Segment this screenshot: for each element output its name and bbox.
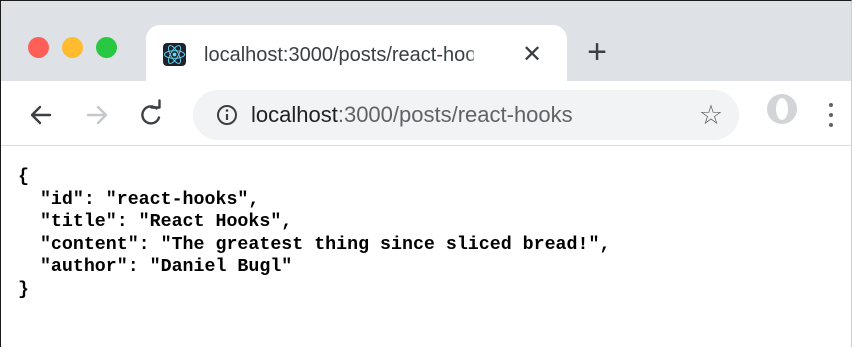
new-tab-button[interactable]: + <box>580 35 614 71</box>
json-line: "content": "The greatest thing since sli… <box>18 234 611 255</box>
react-logo-icon <box>163 43 186 66</box>
toolbar: localhost:3000/posts/react-hooks ☆ <box>1 85 851 146</box>
menu-dot <box>829 123 833 127</box>
json-line: "title": "React Hooks", <box>18 212 293 232</box>
menu-dot <box>829 103 833 107</box>
json-line: "author": "Daniel Bugl" <box>18 257 293 277</box>
reload-button[interactable] <box>135 99 167 131</box>
url-host: localhost <box>251 102 338 127</box>
menu-dot <box>829 113 833 117</box>
tab-title-fade <box>466 39 486 69</box>
close-window-button[interactable] <box>28 37 49 58</box>
url-text[interactable]: localhost:3000/posts/react-hooks <box>251 101 573 129</box>
page-content: { "id": "react-hooks", "title": "React H… <box>1 146 851 347</box>
arrow-right-icon <box>86 105 108 125</box>
maximize-window-button[interactable] <box>96 37 117 58</box>
tab-strip: localhost:3000/posts/react-hooks ✕ + <box>1 1 851 85</box>
bookmark-star-icon[interactable]: ☆ <box>696 100 726 130</box>
kebab-menu-icon[interactable] <box>821 99 841 131</box>
close-tab-icon[interactable]: ✕ <box>517 40 547 70</box>
address-bar[interactable]: localhost:3000/posts/react-hooks ☆ <box>193 90 739 140</box>
profile-avatar-icon[interactable] <box>767 94 797 124</box>
url-path: :3000/posts/react-hooks <box>337 102 573 127</box>
json-line: "id": "react-hooks", <box>18 189 260 210</box>
tab-title: localhost:3000/posts/react-hooks <box>204 44 474 66</box>
json-document: { "id": "react-hooks", "title": "React H… <box>18 166 610 301</box>
minimize-window-button[interactable] <box>62 37 83 58</box>
json-line: { <box>18 167 29 187</box>
browser-window: localhost:3000/posts/react-hooks ✕ + loc… <box>0 0 852 347</box>
avatar-head-shape <box>776 98 788 120</box>
arrow-left-icon <box>30 105 52 125</box>
info-icon[interactable] <box>215 103 239 127</box>
json-line: } <box>18 279 29 300</box>
forward-button[interactable] <box>81 99 113 131</box>
reload-icon <box>141 99 161 125</box>
back-button[interactable] <box>25 99 57 131</box>
active-tab[interactable]: localhost:3000/posts/react-hooks ✕ <box>146 25 567 85</box>
